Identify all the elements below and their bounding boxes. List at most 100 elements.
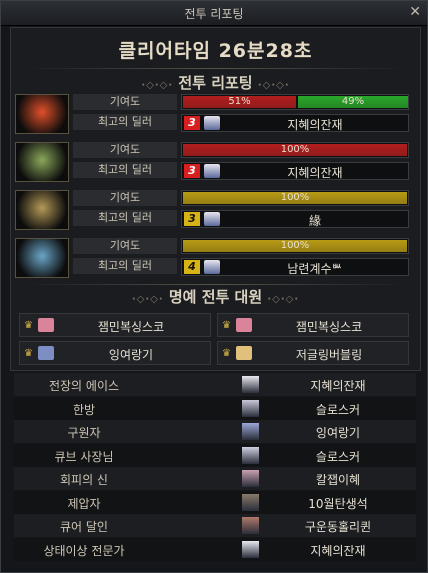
rank-badge: 3 [184, 212, 200, 226]
contribution-segment: 51% [183, 96, 296, 108]
top-dealer-name: 지혜의잔재 [287, 118, 343, 132]
avatar [236, 346, 252, 360]
honor-member-name: 잉여랑기 [108, 348, 154, 362]
avatar [204, 260, 220, 274]
avatar [242, 540, 259, 558]
crown-icon: ♛ [222, 348, 231, 359]
avatar [242, 493, 259, 511]
boss-row: 기여도 최고의 딜러 100% 4 남련계수ᄥ [15, 238, 409, 278]
avatar [242, 399, 259, 417]
award-title: 전장의 에이스 [48, 379, 120, 393]
award-row: 큐브 사장님 슬로스커 [14, 443, 416, 467]
blue-demon-portrait-icon [15, 238, 69, 278]
award-row: 회피의 신 칼잽이혜 [14, 467, 416, 490]
crown-icon: ♛ [222, 320, 231, 331]
title-bar: 전투 리포팅 ✕ [1, 1, 427, 26]
avatar [204, 212, 220, 226]
top-dealer-name: 緣 [308, 214, 321, 228]
avatar [38, 346, 54, 360]
award-row: 상태이상 전문가 지혜의잔재 [14, 537, 416, 561]
avatar [242, 423, 259, 440]
honor-party-header-text: 명예 전투 대원 [168, 288, 263, 306]
honor-member-name: 잼민복싱스코 [97, 320, 165, 334]
award-row: 구원자 잉여랑기 [14, 420, 416, 443]
top-dealer-label: 최고의 딜러 [73, 162, 177, 178]
contribution-segment: 100% [183, 240, 407, 252]
honor-member[interactable]: ♛ 저글링버블링 [217, 341, 409, 365]
battle-report-window: 전투 리포팅 ✕ 클리어타임 26분28초 ·◇·◇· 전투 리포팅 ·◇·◇·… [0, 0, 428, 573]
avatar [242, 376, 259, 393]
rank-badge: 3 [184, 164, 200, 178]
honor-member-name: 잼민복싱스코 [295, 320, 363, 334]
award-name: 지혜의잔재 [310, 543, 366, 558]
award-title: 제압자 [67, 496, 101, 511]
avatar [242, 470, 259, 487]
award-title: 큐어 달인 [60, 520, 108, 534]
divider [23, 68, 408, 69]
top-dealer-label: 최고의 딜러 [73, 114, 177, 130]
contribution-segment: 100% [183, 144, 407, 156]
battle-report-header-text: 전투 리포팅 [178, 74, 253, 92]
avatar [38, 318, 54, 332]
close-icon[interactable]: ✕ [409, 4, 421, 20]
award-name: 슬로스커 [315, 449, 361, 464]
award-name: 구운동홀리퀸 [304, 520, 372, 534]
avatar [204, 116, 220, 130]
contribution-label: 기여도 [73, 94, 177, 110]
avatar [236, 318, 252, 332]
rank-badge: 4 [184, 260, 200, 274]
clear-time: 클리어타임 26분28초 [118, 40, 313, 62]
report-panel: 클리어타임 26분28초 ·◇·◇· 전투 리포팅 ·◇·◇· 기여도최고의 딜… [10, 27, 421, 371]
boss-row: 기여도최고의 딜러 100% 3 緣 [15, 190, 409, 230]
contribution-bar: 100% [181, 142, 409, 158]
gold-demon-portrait-icon [15, 190, 69, 230]
contribution-label: 기여도 [73, 190, 177, 206]
boss-row: 기여도최고의 딜러 100% 3 지혜의잔재 [15, 142, 409, 182]
battle-report-header: ·◇·◇· 전투 리포팅 ·◇·◇· [141, 74, 290, 92]
contribution-label: 기여도 [73, 238, 177, 254]
avatar [242, 446, 259, 464]
top-dealer-name: 남련계수ᄥ [287, 262, 343, 276]
award-name: 슬로스커 [315, 402, 361, 417]
award-row: 큐어 달인 구운동홀리퀸 [14, 514, 416, 537]
honor-member-name: 저글링버블링 [295, 348, 363, 362]
award-name: 칼잽이혜 [315, 473, 361, 487]
award-title: 한방 [72, 402, 96, 417]
top-dealer-box: 3 지혜의잔재 [181, 114, 409, 132]
award-name: 잉여랑기 [315, 426, 361, 440]
award-row: 제압자 10월탄생석 [14, 490, 416, 514]
award-name: 10월탄생석 [308, 496, 368, 511]
divider [23, 284, 408, 285]
contribution-bar: 100% [181, 190, 409, 206]
award-row: 전장의 에이스 지혜의잔재 [14, 373, 416, 396]
red-demon-portrait-icon [15, 94, 69, 134]
window-title: 전투 리포팅 [184, 7, 244, 21]
contribution-segment: 49% [298, 96, 408, 108]
award-title: 상태이상 전문가 [43, 543, 125, 558]
honor-party-grid: ♛ 잼민복싱스코 ♛ 잼민복싱스코 ♛ 잉여랑기 ♛ 저글링버블링 [19, 313, 411, 365]
top-dealer-name: 지혜의잔재 [287, 166, 343, 180]
avatar [242, 517, 259, 534]
avatar [204, 164, 220, 178]
top-dealer-box: 3 지혜의잔재 [181, 162, 409, 180]
contribution-label: 기여도 [73, 142, 177, 158]
honor-party-header: ·◇·◇· 명예 전투 대원 ·◇·◇· [131, 288, 300, 306]
green-demon-portrait-icon [15, 142, 69, 182]
contribution-bar: 51% 49% [181, 94, 409, 110]
crown-icon: ♛ [24, 320, 33, 331]
award-title: 큐브 사장님 [54, 449, 114, 464]
contribution-bar: 100% [181, 238, 409, 254]
honor-member[interactable]: ♛ 잼민복싱스코 [217, 313, 409, 337]
rank-badge: 3 [184, 116, 200, 130]
contribution-segment: 100% [183, 192, 407, 204]
top-dealer-label: 최고의 딜러 [73, 210, 177, 226]
award-row: 한방 슬로스커 [14, 396, 416, 420]
award-title: 회피의 신 [60, 473, 108, 487]
boss-row: 기여도 최고의 딜러 51% 49% 3 지혜의잔재 [15, 94, 409, 134]
award-name: 지혜의잔재 [310, 379, 366, 393]
honor-member[interactable]: ♛ 잼민복싱스코 [19, 313, 211, 337]
crown-icon: ♛ [24, 348, 33, 359]
award-title: 구원자 [67, 426, 101, 440]
honor-member[interactable]: ♛ 잉여랑기 [19, 341, 211, 365]
top-dealer-box: 4 남련계수ᄥ [181, 258, 409, 276]
